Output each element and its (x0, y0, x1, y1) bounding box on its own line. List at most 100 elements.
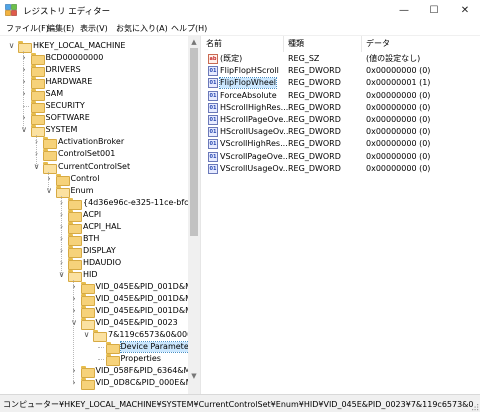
value-row[interactable]: 01 ForceAbsolute REG_DWORD 0x00000000 (0) (202, 90, 480, 102)
close-button[interactable]: ✕ (450, 0, 480, 20)
tree-node[interactable]: › BCD00000000 (0, 52, 188, 66)
expand-chevron-icon[interactable]: › (57, 222, 66, 231)
value-row[interactable]: 01 FlipFlopWheel REG_DWORD 0x00000001 (1) (202, 77, 480, 90)
tree-node-label[interactable]: DISPLAY (83, 246, 116, 256)
tree-node-label[interactable]: VID_058F&PID_6364&M (96, 366, 191, 376)
menu-edit[interactable]: 編集(E) (47, 23, 74, 34)
value-row[interactable]: 01 HScrollHighRes... REG_DWORD 0x00000000 (… (202, 102, 480, 114)
expand-chevron-icon[interactable]: › (20, 113, 29, 122)
tree-node-label[interactable]: VID_045E&PID_001D&M (96, 282, 192, 292)
value-row[interactable]: 01 VScrollHighRes... REG_DWORD 0x00000000 (… (202, 138, 480, 150)
tree-node-label[interactable]: ACPI (83, 210, 101, 220)
tree-node-label[interactable]: HID (83, 270, 98, 280)
tree-node[interactable]: › HARDWARE (0, 76, 188, 90)
maximize-button[interactable]: ☐ (419, 0, 449, 20)
tree-node-label[interactable]: BTH (83, 234, 99, 244)
tree-node-label[interactable]: SOFTWARE (46, 113, 90, 123)
expand-chevron-icon[interactable]: › (32, 137, 41, 146)
key-tree-pane[interactable]: ∨ HKEY_LOCAL_MACHINE › BCD00000000 › DRIVERS ›… (0, 36, 201, 394)
tree-node[interactable]: › DRIVERS (0, 64, 188, 78)
tree-node-label[interactable]: CurrentControlSet (58, 162, 130, 172)
tree-node-label[interactable]: HDAUDIO (83, 258, 121, 268)
expand-chevron-icon[interactable]: › (70, 282, 79, 291)
tree-node[interactable]: › ACPI_HAL (0, 221, 188, 234)
column-header-name[interactable]: 名前 (202, 36, 284, 52)
tree-node[interactable]: › VID_045E&PID_001D&M (0, 293, 192, 307)
collapse-chevron-icon[interactable]: ∨ (70, 318, 79, 327)
tree-node-label[interactable]: ControlSet001 (58, 149, 115, 159)
tree-node[interactable]: ∨ VID_045E&PID_0023 (0, 317, 188, 331)
tree-node-label[interactable]: Enum (71, 186, 94, 196)
tree-node[interactable]: ∨ SYSTEM (0, 124, 188, 138)
tree-node[interactable]: › VID_045E&PID_001D&M (0, 305, 192, 319)
tree-node[interactable]: › ACPI (0, 209, 188, 222)
tree-node-label[interactable]: {4d36e96c-e325-11ce-bfc1- (83, 198, 197, 208)
tree-node[interactable]: ∨ Enum (0, 185, 188, 198)
tree-node[interactable]: › DISPLAY (0, 245, 188, 258)
expand-chevron-icon[interactable]: › (57, 234, 66, 243)
tree-node-label[interactable]: VID_045E&PID_0023 (96, 318, 178, 328)
tree-node-label[interactable]: Properties (121, 354, 161, 364)
expand-chevron-icon[interactable]: › (20, 77, 29, 86)
menu-file[interactable]: ファイル(F) (6, 23, 49, 34)
tree-node-label[interactable]: VID_045E&PID_001D&M (96, 306, 192, 316)
value-row[interactable]: 01 VScrollPageOve... REG_DWORD 0x00000000 (… (202, 151, 480, 163)
tree-node-label[interactable]: DRIVERS (46, 65, 81, 75)
tree-node-label[interactable]: SYSTEM (46, 125, 78, 135)
menu-favorites[interactable]: お気に入り(A) (116, 23, 168, 34)
scroll-up-icon[interactable]: ▲ (188, 36, 200, 48)
tree-node[interactable]: › HDAUDIO (0, 257, 188, 270)
menu-help[interactable]: ヘルプ(H) (171, 23, 207, 34)
collapse-chevron-icon[interactable]: ∨ (7, 41, 16, 50)
expand-chevron-icon[interactable]: › (57, 246, 66, 255)
tree-node-label[interactable]: HKEY_LOCAL_MACHINE (33, 41, 125, 51)
expand-chevron-icon[interactable]: › (70, 306, 79, 315)
column-header-type[interactable]: 種類 (284, 36, 362, 52)
tree-node-label[interactable]: SAM (46, 89, 64, 99)
tree-node[interactable]: › Control (0, 173, 188, 186)
tree-node[interactable]: Properties (0, 353, 188, 367)
tree-node[interactable]: › ControlSet001 (0, 148, 188, 162)
value-row[interactable]: 01 FlipFlopHScroll REG_DWORD 0x00000000 (0) (202, 65, 480, 77)
tree-node-label[interactable]: VID_0D8C&PID_000E&M (96, 378, 193, 388)
tree-node[interactable]: › SOFTWARE (0, 112, 188, 126)
tree-node[interactable]: ∨ 7&119c6573&0&000 (0, 329, 192, 343)
tree-node[interactable]: › {4d36e96c-e325-11ce-bfc1- (0, 197, 197, 210)
value-row[interactable]: 01 VScrollUsageOv... REG_DWORD 0x00000000 (… (202, 163, 480, 175)
collapse-chevron-icon[interactable]: ∨ (82, 330, 91, 339)
expand-chevron-icon[interactable]: › (70, 294, 79, 303)
value-row[interactable]: ab (既定) REG_SZ (値の設定なし) (202, 53, 480, 65)
tree-node-label[interactable]: 7&119c6573&0&000 (108, 330, 192, 340)
tree-node-label[interactable]: ACPI_HAL (83, 222, 121, 232)
expand-chevron-icon[interactable]: › (45, 174, 54, 183)
collapse-chevron-icon[interactable]: ∨ (32, 162, 41, 171)
tree-node-label[interactable]: Device Paramete (119, 341, 190, 354)
tree-node[interactable]: › VID_0D8C&PID_000E&M (0, 377, 192, 391)
tree-node[interactable]: SECURITY (0, 100, 188, 114)
expand-chevron-icon[interactable]: › (57, 210, 66, 219)
expand-chevron-icon[interactable]: › (57, 258, 66, 267)
expand-chevron-icon[interactable]: › (20, 65, 29, 74)
column-header-data[interactable]: データ (362, 36, 480, 52)
tree-node-label[interactable]: HARDWARE (46, 77, 93, 87)
expand-chevron-icon[interactable]: › (57, 198, 66, 207)
expand-chevron-icon[interactable]: › (70, 378, 79, 387)
tree-node[interactable]: › VID_058F&PID_6364&M (0, 365, 191, 379)
tree-node[interactable]: ∨ CurrentControlSet (0, 161, 188, 174)
tree-node[interactable]: › BTH (0, 233, 188, 246)
expand-chevron-icon[interactable]: › (70, 366, 79, 375)
tree-node[interactable]: ∨ HID (0, 269, 188, 282)
collapse-chevron-icon[interactable]: ∨ (20, 125, 29, 134)
tree-node-label[interactable]: BCD00000000 (46, 53, 104, 63)
tree-node[interactable]: › VID_045E&PID_001D&M (0, 281, 192, 294)
tree-vertical-scrollbar[interactable]: ▲ ▼ (188, 36, 200, 394)
tree-node[interactable]: Device Paramete (0, 341, 190, 355)
value-row[interactable]: 01 HScrollUsageOv... REG_DWORD 0x00000000 (… (202, 126, 480, 138)
expand-chevron-icon[interactable]: › (32, 149, 41, 158)
tree-vscroll-thumb[interactable] (190, 48, 198, 236)
collapse-chevron-icon[interactable]: ∨ (57, 270, 66, 279)
value-row[interactable]: 01 HScrollPageOve... REG_DWORD 0x00000000 (… (202, 114, 480, 126)
minimize-button[interactable]: — (389, 0, 419, 20)
resize-grip-icon[interactable] (471, 403, 479, 411)
tree-node[interactable]: › SAM (0, 88, 188, 102)
